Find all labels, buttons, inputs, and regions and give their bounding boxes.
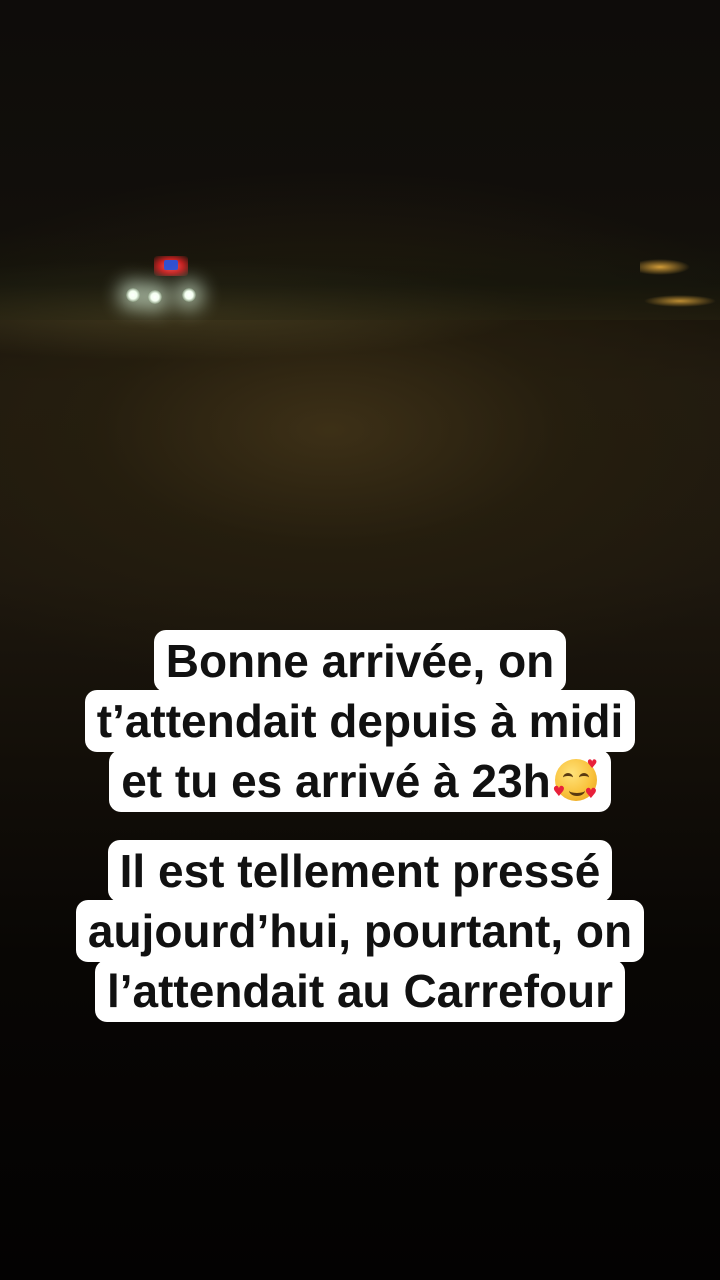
emoji-right-eye <box>578 773 589 782</box>
video-frame: Bonne arrivée, on t’attendait depuis à m… <box>0 0 720 1280</box>
distant-lights <box>640 255 720 325</box>
caption-block-2: Il est tellement pressé aujourd’hui, pou… <box>0 840 720 1022</box>
caption-1-line-2: t’attendait depuis à midi <box>84 690 636 752</box>
headlight-left <box>126 288 140 302</box>
vehicle-roof-lights <box>154 256 188 276</box>
caption-1-line-3-text: et tu es arrivé à 23h <box>121 755 551 807</box>
vehicle-with-headlights <box>122 250 202 310</box>
emoji-mouth <box>568 785 585 796</box>
caption-2-line-1: Il est tellement pressé <box>107 840 613 902</box>
tree-line <box>0 230 720 320</box>
caption-2-line-3: l’attendait au Carrefour <box>94 960 626 1022</box>
headlight-center <box>148 290 162 304</box>
caption-block-1: Bonne arrivée, on t’attendait depuis à m… <box>0 630 720 812</box>
caption-1-line-1: Bonne arrivée, on <box>153 630 567 692</box>
caption-2-line-2: aujourd’hui, pourtant, on <box>75 900 645 962</box>
heart-icon: ♥ <box>586 757 598 771</box>
emoji-left-eye <box>562 773 573 782</box>
smiling-face-with-hearts-icon: ♥ ♥ ♥ <box>553 757 599 803</box>
headlight-right <box>182 288 196 302</box>
caption-1-line-3: et tu es arrivé à 23h ♥ ♥ ♥ <box>109 750 611 812</box>
heart-icon: ♥ <box>552 784 566 800</box>
heart-icon: ♥ <box>584 786 598 802</box>
